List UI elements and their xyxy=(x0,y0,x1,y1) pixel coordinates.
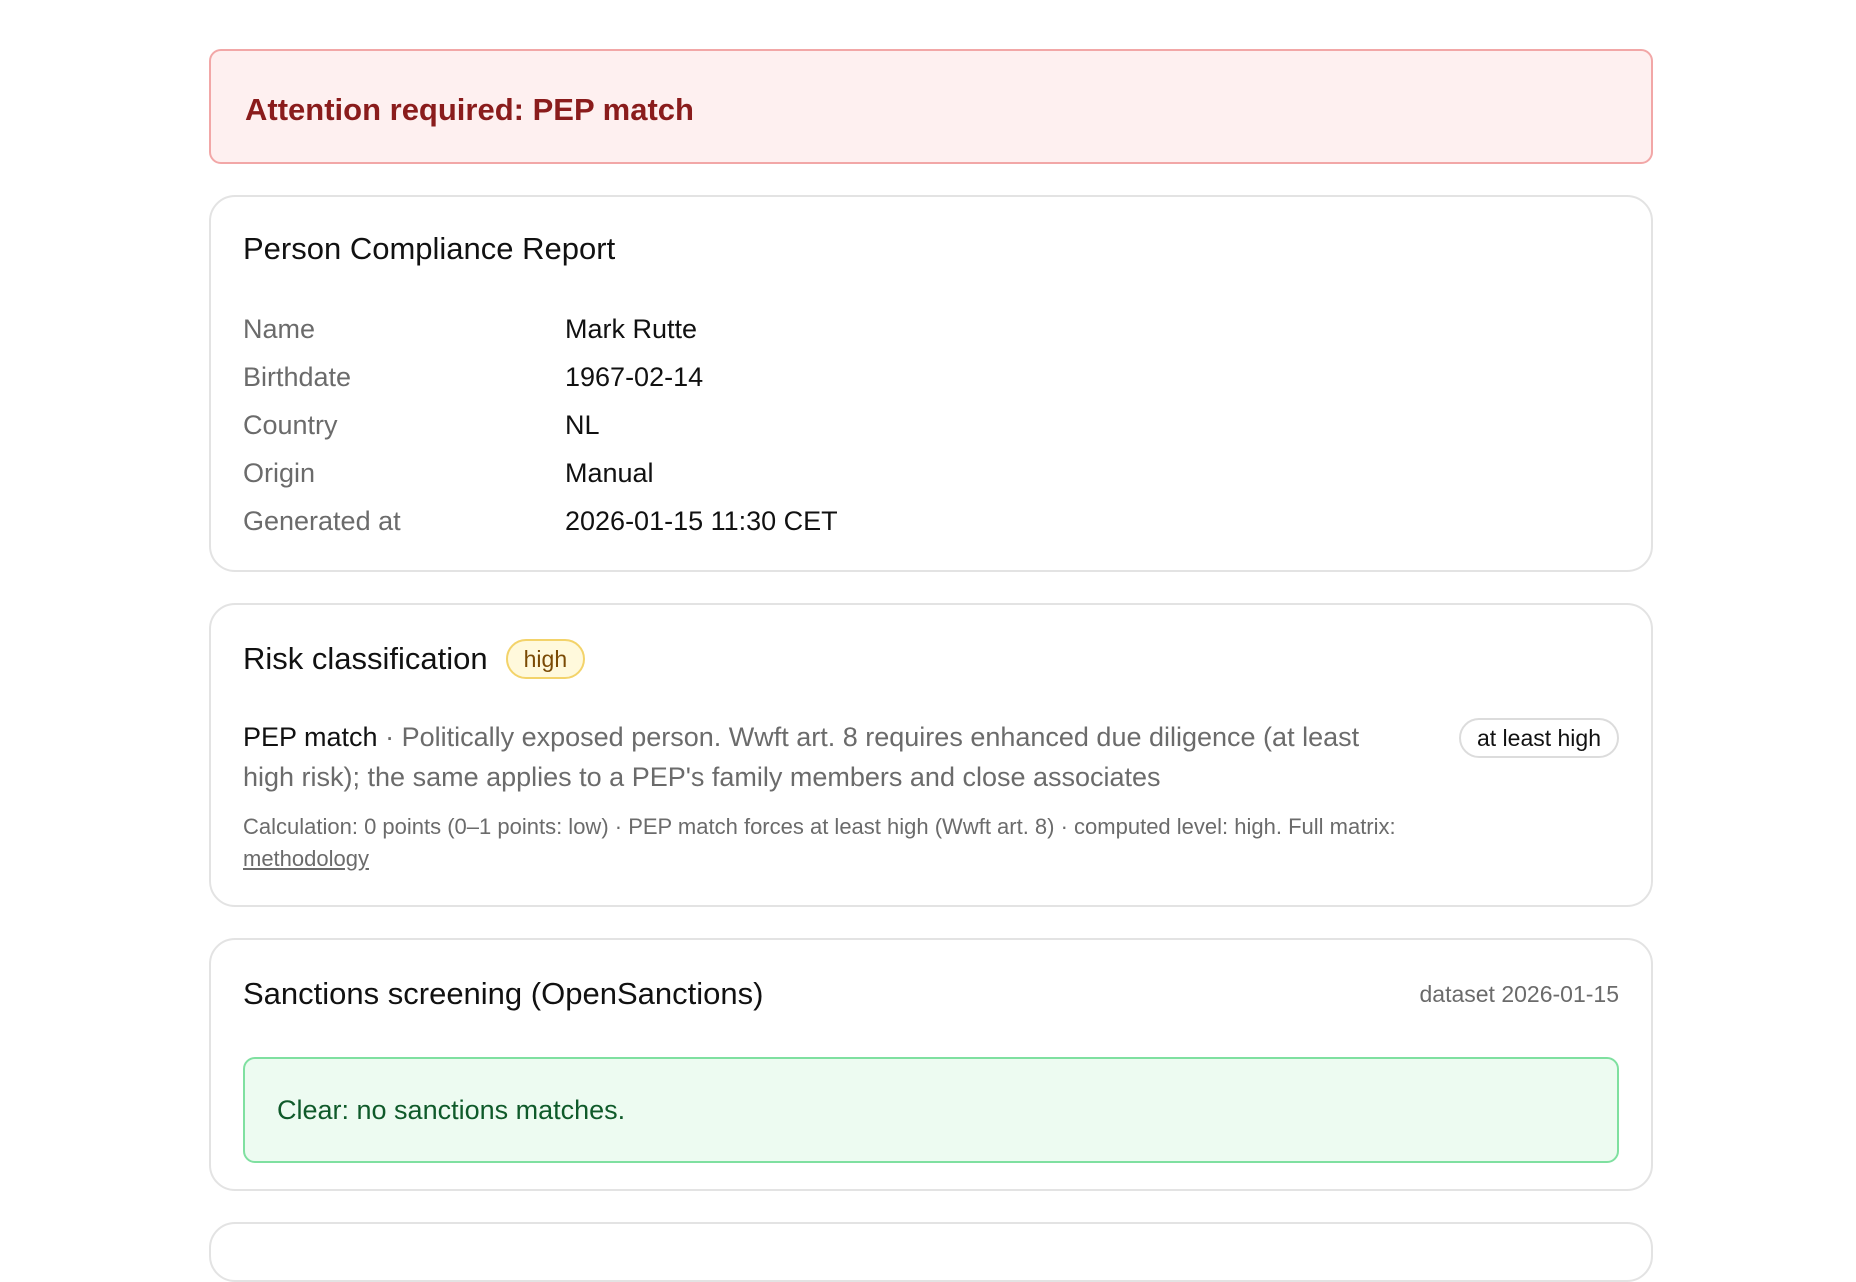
next-card xyxy=(209,1222,1653,1282)
detail-row-generated-at: Generated at 2026-01-15 11:30 CET xyxy=(243,497,1619,545)
report-container: Attention required: PEP match Person Com… xyxy=(209,49,1653,1282)
report-title: Person Compliance Report xyxy=(243,231,616,266)
methodology-link[interactable]: methodology xyxy=(243,846,369,871)
detail-value: 2026-01-15 11:30 CET xyxy=(565,505,838,536)
detail-label: Name xyxy=(243,313,316,344)
risk-calculation: Calculation: 0 points (0–1 points: low) … xyxy=(243,811,1619,875)
detail-label: Country xyxy=(243,409,338,440)
detail-value: Manual xyxy=(565,457,654,488)
sanctions-clear-message: Clear: no sanctions matches. xyxy=(243,1057,1619,1163)
person-details: Name Mark Rutte Birthdate 1967-02-14 Cou… xyxy=(243,305,1619,545)
sanctions-header: Sanctions screening (OpenSanctions) data… xyxy=(243,970,1619,1018)
alert-title: Attention required: PEP match xyxy=(245,91,694,127)
detail-value: Mark Rutte xyxy=(565,313,698,344)
risk-factor-pill: at least high xyxy=(1458,718,1619,758)
detail-label: Birthdate xyxy=(243,361,352,392)
detail-row-country: Country NL xyxy=(243,401,1619,449)
detail-label: Origin xyxy=(243,457,316,488)
detail-label: Generated at xyxy=(243,505,401,536)
risk-factor: PEP match · Politically exposed person. … xyxy=(243,717,1619,797)
risk-card: Risk classification high PEP match · Pol… xyxy=(209,603,1653,907)
dataset-date: dataset 2026-01-15 xyxy=(1419,980,1620,1007)
risk-factor-text: PEP match · Politically exposed person. … xyxy=(243,717,1393,797)
detail-value: 1967-02-14 xyxy=(565,361,704,392)
detail-value: NL xyxy=(565,409,600,440)
risk-factor-separator: · xyxy=(377,722,402,752)
detail-row-origin: Origin Manual xyxy=(243,449,1619,497)
calculation-text: Calculation: 0 points (0–1 points: low) … xyxy=(243,814,1396,839)
detail-row-name: Name Mark Rutte xyxy=(243,305,1619,353)
risk-level-badge: high xyxy=(505,639,586,679)
attention-alert: Attention required: PEP match xyxy=(209,49,1653,164)
person-card: Person Compliance Report Name Mark Rutte… xyxy=(209,195,1653,572)
sanctions-title: Sanctions screening (OpenSanctions) xyxy=(243,976,764,1011)
risk-title: Risk classification xyxy=(243,641,488,676)
risk-factor-name: PEP match xyxy=(243,722,378,752)
sanctions-card: Sanctions screening (OpenSanctions) data… xyxy=(209,938,1653,1191)
risk-header: Risk classification high xyxy=(243,637,1619,681)
risk-factor-description: Politically exposed person. Wwft art. 8 … xyxy=(243,722,1360,792)
detail-row-birthdate: Birthdate 1967-02-14 xyxy=(243,353,1619,401)
